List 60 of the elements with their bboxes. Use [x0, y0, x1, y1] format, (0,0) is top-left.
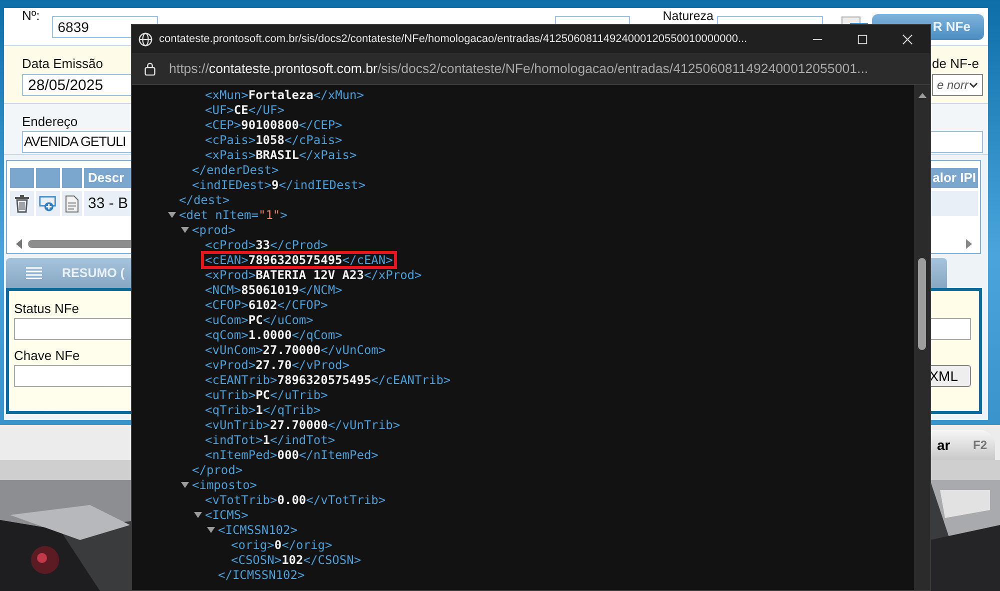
scrollbar-thumb[interactable] [918, 258, 926, 350]
menu-icon [26, 267, 42, 279]
xml-line: <UF>CE</UF> [204, 102, 286, 118]
xml-line: <prod> [191, 222, 236, 238]
field-label: Chave NFe [14, 348, 80, 363]
collapse-toggle-icon[interactable] [194, 510, 202, 518]
field-label: Natureza [662, 10, 714, 23]
scroll-right-icon[interactable] [966, 239, 972, 249]
globe-icon [138, 32, 153, 46]
caret-icon [969, 82, 978, 88]
xml-line: </ICMSSN102> [217, 566, 306, 584]
scroll-left-icon[interactable] [16, 239, 22, 249]
collapse-toggle-icon[interactable] [207, 526, 215, 534]
tab-title: RESUMO ( [62, 266, 124, 280]
xml-line: <uCom>PC</uCom> [204, 312, 314, 328]
xml-line: <xPais>BRASIL</xPais> [204, 146, 358, 164]
lock-icon [143, 61, 157, 76]
collapse-toggle-icon[interactable] [181, 226, 189, 234]
xml-line: <indTot>1</indTot> [204, 432, 336, 448]
header-cell [36, 168, 60, 188]
field-label: Data Emissão [22, 56, 103, 71]
collapse-toggle-icon[interactable] [168, 210, 176, 218]
xml-line: <qTrib>1</qTrib> [204, 402, 322, 418]
field-label: Status NFe [14, 301, 80, 316]
scroll-up-icon[interactable] [918, 93, 926, 98]
trash-icon[interactable] [13, 194, 31, 212]
xml-line: <CSOSN>102</CSOSN> [230, 552, 362, 568]
xml-line: <xProd>BATERIA 12V A23</xProd> [204, 266, 423, 284]
maximize-icon[interactable] [857, 34, 868, 44]
document-icon[interactable] [63, 194, 81, 212]
field-label: de NF-e [932, 56, 979, 71]
xml-line: <qCom>1.0000</qCom> [204, 326, 344, 344]
add-icon[interactable] [39, 194, 57, 212]
xml-line: <cProd>33</cProd> [204, 236, 329, 254]
xml-line: <orig>0</orig> [230, 536, 334, 554]
field-label: Nº: [22, 8, 40, 23]
xml-line: <nItemPed>000</nItemPed> [204, 446, 380, 464]
xml-line: </prod> [191, 462, 244, 478]
xml-line: <NCM>85061019</NCM> [204, 282, 344, 298]
xml-line: <vTotTrib>0.00</vTotTrib> [204, 492, 387, 508]
xml-line: <xMun>Fortaleza</xMun> [204, 86, 365, 104]
xml-line: <uTrib>PC</uTrib> [204, 386, 329, 404]
xml-line: <ICMSSN102> [217, 522, 298, 538]
xml-line: <vProd>27.70</vProd> [204, 356, 350, 374]
xml-line: <CEP>90100800</CEP> [204, 116, 344, 134]
header-cell [10, 168, 34, 188]
date-field[interactable]: 28/05/2025 [22, 74, 132, 96]
xml-line: <cEANTrib>7896320575495</cEANTrib> [204, 372, 452, 388]
xml-line: <cPais>1058</cPais> [204, 132, 344, 148]
xml-line: <CFOP>6102</CFOP> [204, 296, 329, 314]
xml-line: <imposto> [191, 476, 258, 494]
xml-line: <ICMS> [204, 506, 250, 524]
xml-line: <vUnCom>27.70000</vUnCom> [204, 342, 387, 358]
close-icon[interactable] [902, 34, 913, 44]
xml-line: </dest> [178, 192, 231, 208]
field-label: Endereço [22, 114, 78, 129]
header-cell [62, 168, 82, 188]
window-title: contateste.prontosoft.com.br/sis/docs2/contateste/NFe/homologacao/entradas/41250608114924000120550010000000... [159, 33, 748, 45]
purpose-select[interactable]: e norr [932, 74, 983, 96]
xml-line: <vUnTrib>27.70000</vUnTrib> [204, 416, 402, 434]
